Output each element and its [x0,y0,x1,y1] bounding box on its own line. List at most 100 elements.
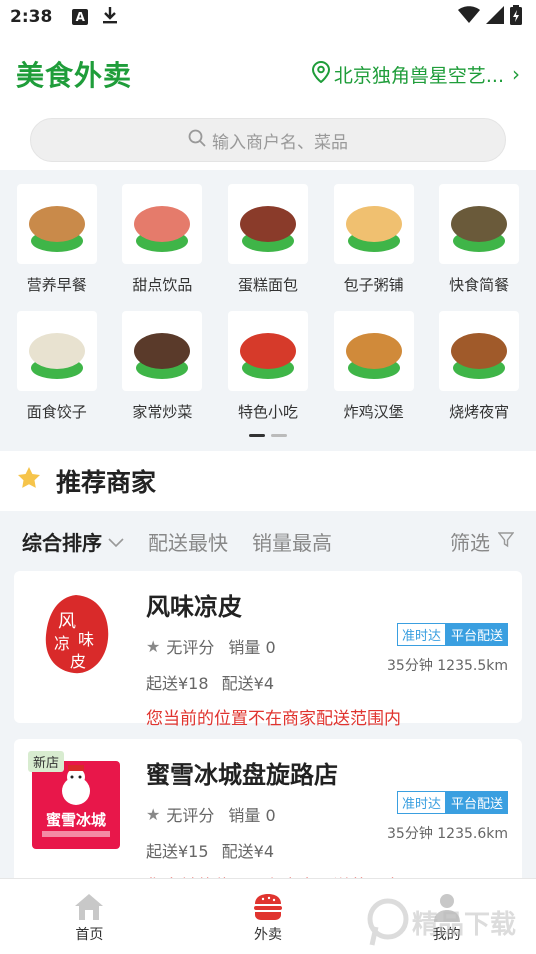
shop-min-order: 起送¥18 [146,674,209,693]
star-badge-icon [16,465,42,497]
shop-card[interactable]: 风 凉 味 皮 风味凉皮 ★ 无评分 销量 0 起送¥18 配送¥4 您当前的位… [14,571,522,729]
category-label: 炸鸡汉堡 [343,403,404,421]
recommend-section-title: 推荐商家 [0,451,536,511]
bottom-tab-bar: 首页 外卖 我的 精品下载 [0,878,536,954]
tab-home[interactable]: 首页 [0,879,179,954]
shop-delivery-fee: 配送¥4 [221,842,275,861]
dessert-icon [122,184,203,264]
new-store-badge: 新店 [28,751,65,772]
category-item[interactable]: 营养早餐 [4,184,110,295]
snack-icon [227,311,308,391]
recommend-title-text: 推荐商家 [56,468,157,497]
shop-rating: 无评分 [166,638,215,657]
category-item[interactable]: 包子粥铺 [321,184,427,295]
filter-funnel-icon [497,529,515,553]
filter-label: 筛选 [450,530,490,555]
bbq-icon [439,311,520,391]
category-pager [0,434,536,437]
sort-comprehensive[interactable]: 综合排序 [22,527,124,556]
shop-list: 风 凉 味 皮 风味凉皮 ★ 无评分 销量 0 起送¥18 配送¥4 您当前的位… [0,571,536,897]
category-label: 家常炒菜 [132,403,193,421]
search-icon [188,129,212,152]
shop-sales: 销量 0 [228,806,276,825]
tab-takeout-label: 外卖 [254,926,282,943]
rating-star-icon: ★ [146,636,161,656]
category-label: 蛋糕面包 [237,276,298,294]
svg-text:味: 味 [78,630,94,649]
download-icon [102,6,118,29]
shop-min-order: 起送¥15 [146,842,209,861]
category-label: 营养早餐 [26,276,87,294]
svg-text:蜜雪冰城: 蜜雪冰城 [46,811,106,829]
chevron-right-icon: › [512,62,520,86]
tag-platform-delivery: 平台配送 [445,623,508,646]
tag-platform-delivery: 平台配送 [445,791,508,814]
bun-icon [333,184,414,264]
category-item[interactable]: 蛋糕面包 [215,184,321,295]
category-item[interactable]: 炸鸡汉堡 [321,311,427,422]
status-time: 2:38 [10,7,53,27]
friedchicken-icon [333,311,414,391]
sort-top-sales[interactable]: 销量最高 [252,527,332,556]
search-input[interactable]: 输入商户名、菜品 [30,118,506,162]
pager-dot-active [249,434,265,437]
search-placeholder: 输入商户名、菜品 [212,132,348,153]
shop-delivery-fee: 配送¥4 [221,674,275,693]
category-item[interactable]: 家常炒菜 [110,311,216,422]
watermark-text: 精品下载 [412,909,517,940]
svg-text:风: 风 [58,611,76,632]
location-text: 北京独角兽星空艺... [333,64,504,87]
pager-dot [271,434,287,437]
brand-title: 美食外卖 [16,59,133,92]
battery-icon [510,4,522,30]
location-pin-icon [311,60,334,88]
cake-icon [227,184,308,264]
home-icon [73,890,105,924]
shop-name: 风味凉皮 [146,593,242,621]
tag-ontime: 准时达 [396,791,446,814]
shop-card[interactable]: 新店 蜜雪冰城 蜜雪冰城盘旋路店 ★ 无评分 销量 0 起送¥15 配送¥4 准… [14,739,522,897]
svg-text:皮: 皮 [70,652,86,671]
category-label: 烧烤夜宵 [449,403,510,421]
category-label: 特色小吃 [237,403,298,421]
delivery-range-warning: 您当前的位置不在商家配送范围内 [146,709,401,729]
tab-takeout[interactable]: 外卖 [179,879,358,954]
chevron-down-icon [108,529,124,553]
category-label: 面食饺子 [26,403,87,421]
a-notification-icon: A [72,9,89,25]
category-label: 包子粥铺 [343,276,404,294]
app-header: 美食外卖 北京独角兽星空艺... › [0,34,536,114]
breakfast-icon [16,184,97,264]
shop-name: 蜜雪冰城盘旋路店 [146,761,338,789]
category-label: 快食简餐 [449,276,510,294]
signal-icon [486,5,504,29]
shop-distance: 35分钟 1235.5km [387,658,508,674]
tag-ontime: 准时达 [396,623,446,646]
watermark-logo: 精品下载 [366,894,526,950]
wifi-icon [458,5,480,29]
shop-sales: 销量 0 [228,638,276,657]
shop-distance: 35分钟 1235.6km [387,826,508,842]
rating-star-icon: ★ [146,804,161,824]
shop-rating: 无评分 [166,806,215,825]
shop-logo: 风 凉 味 皮 [28,587,124,683]
svg-text:凉: 凉 [54,634,70,653]
category-grid: 营养早餐 甜点饮品 蛋糕面包 包子粥铺 快食简餐面食饺子 家常炒菜 特色小吃 炸鸡汉堡 烧烤夜宵 [0,170,536,451]
burger-icon [252,890,284,924]
filter-button[interactable]: 筛选 [450,527,515,556]
sort-bar: 综合排序 配送最快 销量最高 筛选 [0,511,536,571]
location-selector[interactable]: 北京独角兽星空艺... › [311,60,520,88]
stirfry-icon [122,311,203,391]
category-item[interactable]: 甜点饮品 [110,184,216,295]
category-label: 甜点饮品 [132,276,193,294]
category-item[interactable]: 快食简餐 [426,184,532,295]
category-item[interactable]: 烧烤夜宵 [426,311,532,422]
bento-icon [439,184,520,264]
tab-home-label: 首页 [75,926,104,943]
sort-comprehensive-label: 综合排序 [22,530,102,555]
category-item[interactable]: 特色小吃 [215,311,321,422]
dumpling-icon [16,311,97,391]
sort-fastest[interactable]: 配送最快 [148,527,228,556]
shop-logo: 新店 蜜雪冰城 [28,751,124,851]
category-item[interactable]: 面食饺子 [4,311,110,422]
